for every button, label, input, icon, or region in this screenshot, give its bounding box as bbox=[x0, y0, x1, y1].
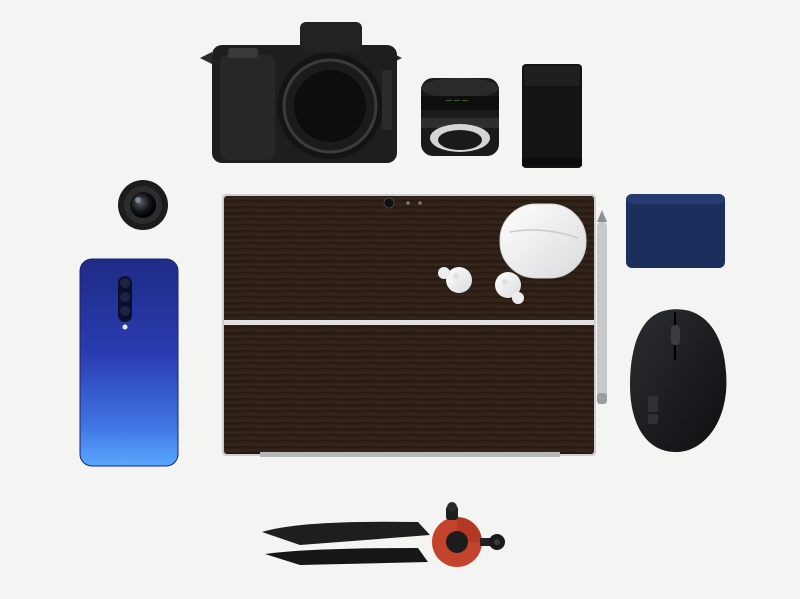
portable-battery bbox=[522, 64, 582, 168]
product-flatlay-scene: — — — bbox=[0, 0, 800, 599]
stylus-pen bbox=[597, 210, 607, 404]
earbuds-case bbox=[499, 203, 587, 279]
smartphone bbox=[79, 258, 179, 467]
prime-lens: — — — bbox=[421, 78, 499, 156]
small-lens bbox=[118, 180, 168, 230]
wireless-mouse bbox=[630, 309, 727, 452]
svg-text:— — —: — — — bbox=[446, 97, 468, 104]
external-ssd bbox=[626, 194, 725, 268]
